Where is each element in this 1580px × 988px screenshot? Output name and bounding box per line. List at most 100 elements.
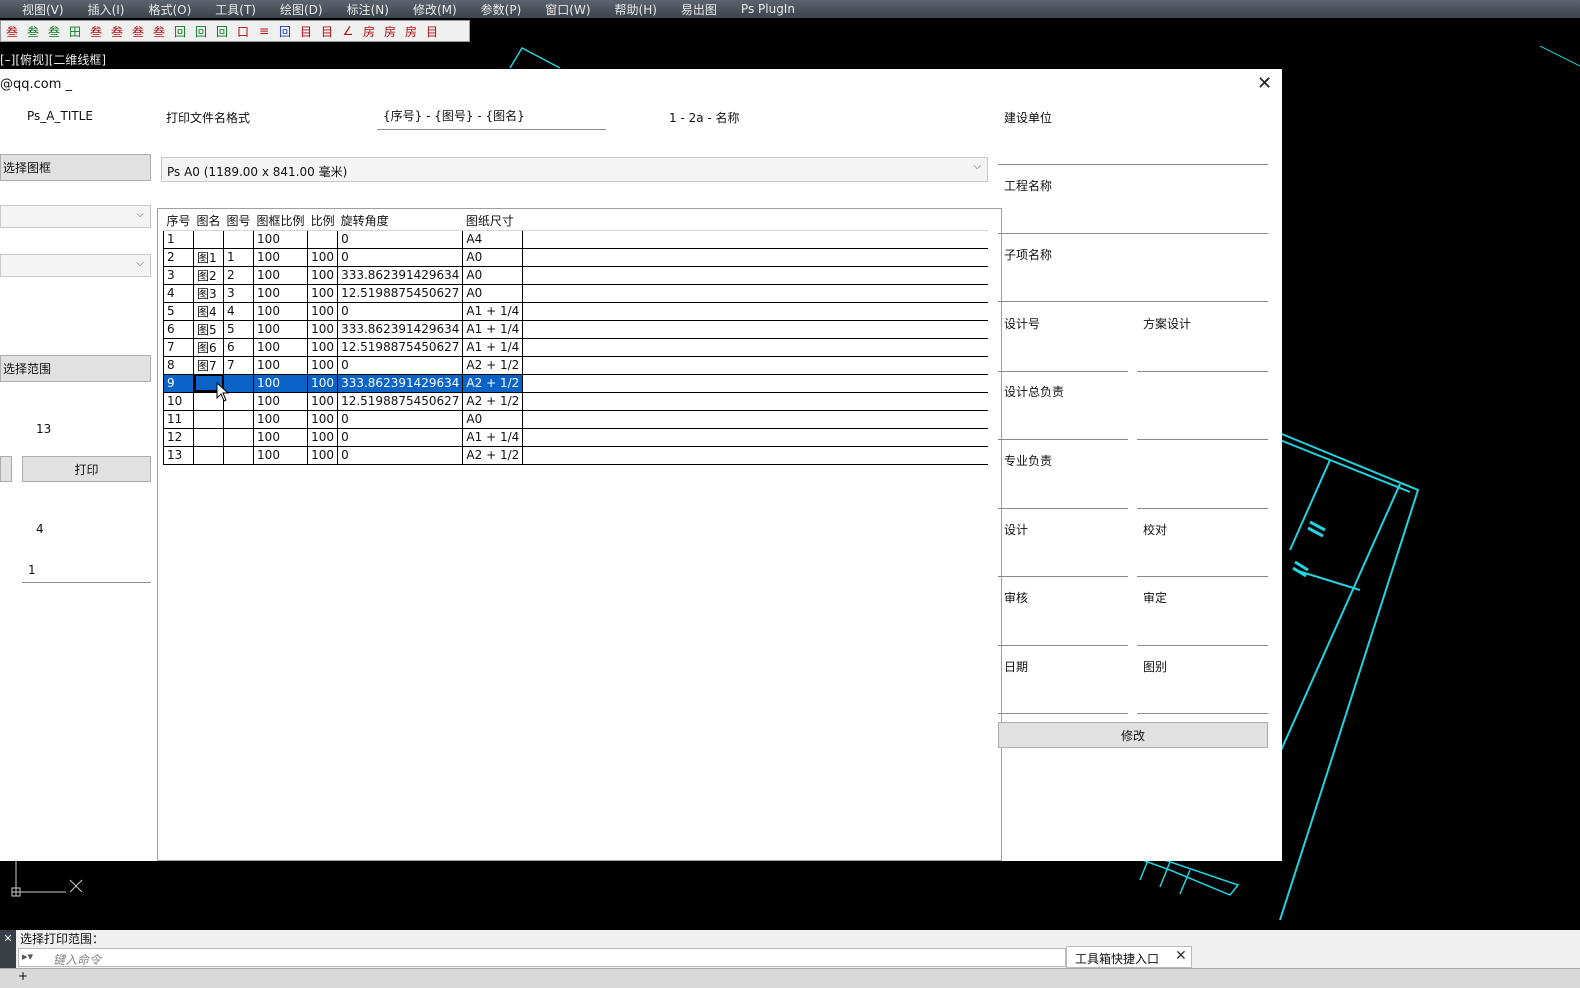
table-row[interactable]: 5 图4 4 100 100 0 A1 + 1/4 xyxy=(162,301,988,321)
table-cell[interactable]: 0 xyxy=(337,445,464,465)
table-cell[interactable]: 100 xyxy=(307,355,339,375)
table-cell[interactable]: 100 xyxy=(253,337,309,357)
menu-item[interactable]: 工具(T) xyxy=(215,1,256,18)
table-row[interactable]: 8 图7 7 100 100 0 A2 + 1/2 xyxy=(162,355,988,375)
table-row[interactable]: 13 100 100 0 A2 + 1/2 xyxy=(162,445,988,465)
column-header[interactable]: 图框比例 xyxy=(253,212,308,231)
table-cell[interactable]: A2 + 1/2 xyxy=(462,373,524,393)
table-cell[interactable]: A0 xyxy=(462,283,524,303)
table-cell[interactable]: 100 xyxy=(253,247,309,267)
table-row[interactable]: 6 图5 5 100 100 333.862391429634 A1 + 1/4 xyxy=(162,319,988,339)
close-icon[interactable]: ✕ xyxy=(1257,73,1272,94)
table-cell[interactable] xyxy=(193,427,225,447)
table-cell[interactable]: A1 + 1/4 xyxy=(462,301,524,321)
table-cell[interactable]: 图2 xyxy=(193,265,225,285)
table-cell[interactable]: 13 xyxy=(162,445,195,465)
toolbar-tool-icon[interactable]: 回 xyxy=(171,22,189,40)
table-row[interactable]: 12 100 100 0 A1 + 1/4 xyxy=(162,427,988,447)
table-cell[interactable]: 12.5198875450627 xyxy=(337,337,464,357)
designer-field[interactable] xyxy=(998,540,1128,577)
approver-field[interactable] xyxy=(1137,609,1268,646)
menu-item[interactable]: 格式(O) xyxy=(148,1,191,18)
drawing-list-grid[interactable]: 序号 图名 图号 图框比例 比例 旋转角度 图纸尺寸 1 100 0 A4 2 图1 1 100 100 0 A… xyxy=(157,208,1002,861)
table-cell[interactable]: 100 xyxy=(253,427,309,447)
table-row[interactable]: 9 100 100 333.862391429634 A2 + 1/2 xyxy=(162,373,988,393)
table-cell[interactable]: 333.862391429634 xyxy=(337,373,464,393)
table-cell[interactable]: 12.5198875450627 xyxy=(337,391,464,411)
table-cell[interactable]: 2 xyxy=(162,247,195,267)
table-cell[interactable]: A1 + 1/4 xyxy=(462,337,524,357)
menu-item[interactable]: 窗口(W) xyxy=(545,1,590,18)
table-cell[interactable]: A2 + 1/2 xyxy=(462,445,524,465)
table-cell[interactable]: 1 xyxy=(223,247,255,267)
table-cell[interactable]: 100 xyxy=(253,319,309,339)
table-cell[interactable]: 100 xyxy=(307,265,339,285)
table-cell[interactable]: 11 xyxy=(162,409,195,429)
table-cell[interactable]: 图6 xyxy=(193,337,225,357)
menu-item[interactable]: 参数(P) xyxy=(481,1,522,18)
column-header[interactable]: 序号 xyxy=(163,212,194,231)
menu-item[interactable]: 修改(M) xyxy=(413,1,457,18)
print-button[interactable]: 打印 xyxy=(22,456,151,482)
table-row[interactable]: 11 100 100 0 A0 xyxy=(162,409,988,429)
table-cell[interactable]: 6 xyxy=(162,319,195,339)
table-cell[interactable]: A4 xyxy=(462,229,524,249)
toolbar-tool-icon[interactable]: 房 xyxy=(381,22,399,40)
column-header[interactable]: 图纸尺寸 xyxy=(462,212,523,231)
copies-value[interactable]: 4 xyxy=(36,522,44,536)
table-cell[interactable]: 100 xyxy=(253,301,309,321)
table-cell[interactable]: 100 xyxy=(307,247,339,267)
table-cell[interactable]: 0 xyxy=(337,427,464,447)
toolbar-tool-icon[interactable]: 叁 xyxy=(24,22,42,40)
table-cell[interactable]: 100 xyxy=(307,373,339,393)
table-cell[interactable]: 12.5198875450627 xyxy=(337,283,464,303)
table-row[interactable]: 4 图3 3 100 100 12.5198875450627 A0 xyxy=(162,283,988,303)
table-cell[interactable]: 12 xyxy=(162,427,195,447)
table-row[interactable]: 3 图2 2 100 100 333.862391429634 A0 xyxy=(162,265,988,285)
table-row[interactable]: 1 100 0 A4 xyxy=(162,229,988,249)
column-header[interactable]: 旋转角度 xyxy=(337,212,463,231)
design-stage-field[interactable] xyxy=(1137,335,1268,372)
table-row[interactable]: 7 图6 6 100 100 12.5198875450627 A1 + 1/4 xyxy=(162,337,988,357)
viewport-label[interactable]: [–][俯视][二维线框] xyxy=(0,51,106,68)
paper-size-select[interactable]: Ps A0 (1189.00 x 841.00 毫米) ⌵ xyxy=(161,157,988,182)
table-cell[interactable] xyxy=(223,229,255,249)
table-cell[interactable] xyxy=(193,445,225,465)
table-cell[interactable]: 图5 xyxy=(193,319,225,339)
toolbar-tool-icon[interactable]: 回 xyxy=(276,22,294,40)
table-cell[interactable]: 100 xyxy=(253,409,309,429)
command-input[interactable]: ▸▾ 键入命令 xyxy=(18,948,1066,967)
table-cell[interactable]: 7 xyxy=(162,337,195,357)
toolbar-tool-icon[interactable]: ∠ xyxy=(339,22,357,40)
table-cell[interactable]: 0 xyxy=(337,409,464,429)
modify-button[interactable]: 修改 xyxy=(998,722,1268,748)
table-cell[interactable]: 100 xyxy=(307,301,339,321)
printer-select[interactable]: ⌵ xyxy=(0,254,151,277)
toolbar-tool-icon[interactable]: 叁 xyxy=(3,22,21,40)
toolbar-tool-icon[interactable]: 叁 xyxy=(87,22,105,40)
table-cell[interactable] xyxy=(223,409,255,429)
layout-select[interactable]: ⌵ xyxy=(0,205,151,228)
filename-format-input[interactable]: {序号} - {图号} - {图名} xyxy=(377,105,606,130)
discipline-lead-extra-field[interactable] xyxy=(1137,472,1268,509)
discipline-lead-field[interactable] xyxy=(998,472,1128,509)
column-header[interactable]: 比例 xyxy=(307,212,338,231)
table-cell[interactable]: 3 xyxy=(223,283,255,303)
toolbar-tool-icon[interactable]: 田 xyxy=(66,22,84,40)
table-cell[interactable]: 9 xyxy=(162,373,195,393)
table-cell[interactable]: A1 + 1/4 xyxy=(462,319,524,339)
menu-item[interactable]: 插入(I) xyxy=(88,1,125,18)
design-no-field[interactable] xyxy=(998,335,1128,372)
toolbar-tool-icon[interactable]: 叁 xyxy=(150,22,168,40)
table-cell[interactable]: 4 xyxy=(223,301,255,321)
table-cell[interactable]: 100 xyxy=(253,355,309,375)
table-cell[interactable]: 6 xyxy=(223,337,255,357)
preview-button[interactable] xyxy=(0,456,12,482)
checker-field[interactable] xyxy=(1137,540,1268,577)
toolbox-entry[interactable]: 工具箱快捷入口 ✕ xyxy=(1066,946,1192,968)
table-cell[interactable]: 100 xyxy=(253,373,309,393)
table-cell[interactable] xyxy=(193,409,225,429)
table-row[interactable]: 2 图1 1 100 100 0 A0 xyxy=(162,247,988,267)
sub-item-field[interactable] xyxy=(998,265,1268,302)
table-cell[interactable]: 5 xyxy=(223,319,255,339)
